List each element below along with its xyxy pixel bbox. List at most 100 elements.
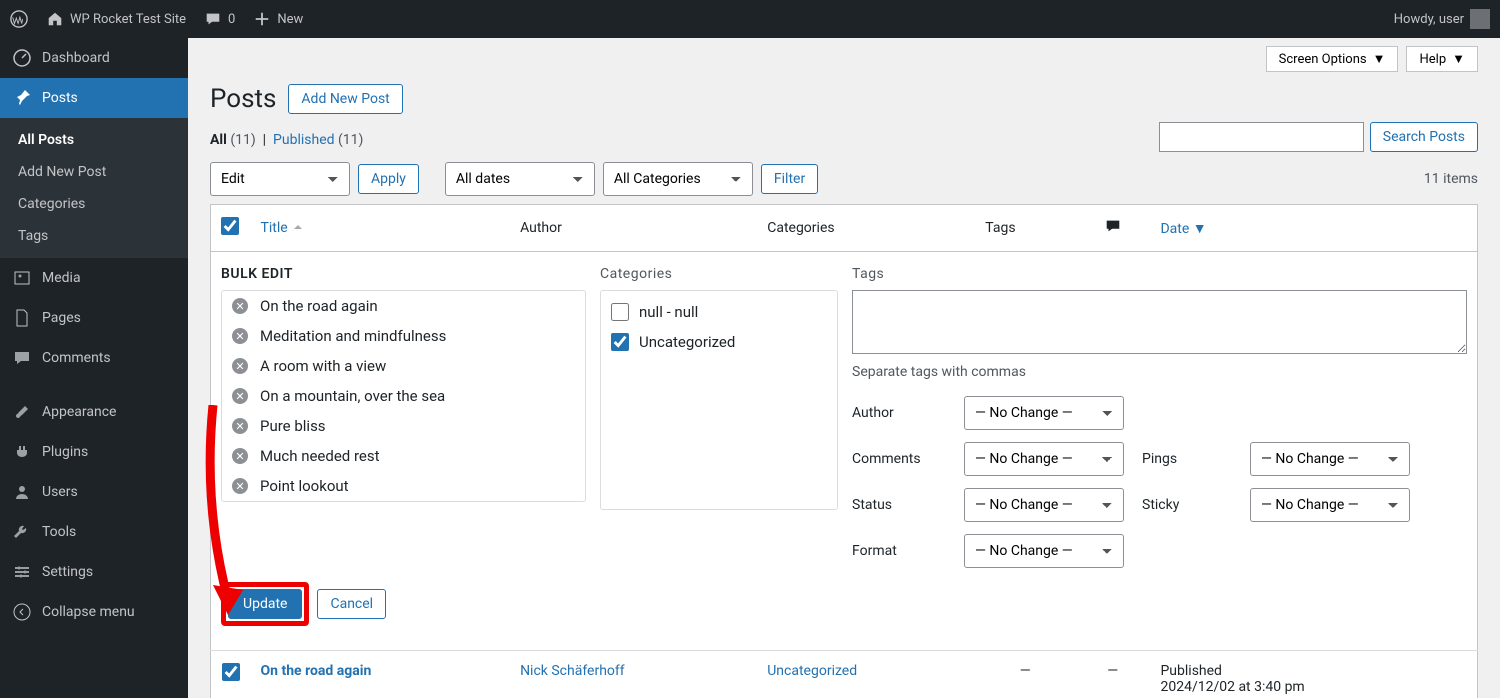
add-new-post-button[interactable]: Add New Post bbox=[288, 84, 402, 114]
sub-add-new[interactable]: Add New Post bbox=[0, 156, 188, 188]
bulk-item: ✕ Pure bliss bbox=[222, 411, 585, 441]
plus-icon bbox=[253, 10, 271, 28]
menu-collapse[interactable]: Collapse menu bbox=[0, 592, 188, 632]
menu-media[interactable]: Media bbox=[0, 258, 188, 298]
wp-logo[interactable] bbox=[10, 10, 28, 28]
bulk-author-select[interactable]: — No Change — bbox=[964, 396, 1124, 430]
comment-icon bbox=[12, 348, 32, 368]
filter-button[interactable]: Filter bbox=[761, 164, 818, 194]
bulk-category: Uncategorized bbox=[611, 327, 827, 357]
screen-options-button[interactable]: Screen Options ▼ bbox=[1266, 46, 1399, 72]
menu-appearance[interactable]: Appearance bbox=[0, 392, 188, 432]
col-comments[interactable] bbox=[1075, 205, 1150, 252]
bulk-item-title: A room with a view bbox=[260, 357, 386, 375]
remove-icon[interactable]: ✕ bbox=[232, 298, 248, 314]
label-author: Author bbox=[852, 405, 946, 421]
table-row: On the road again Nick Schäferhoff Uncat… bbox=[211, 651, 1478, 698]
row-category-link[interactable]: Uncategorized bbox=[767, 663, 857, 679]
row-checkbox[interactable] bbox=[222, 663, 240, 681]
col-categories[interactable]: Categories bbox=[757, 205, 975, 252]
comment-icon bbox=[1104, 217, 1122, 235]
menu-tools[interactable]: Tools bbox=[0, 512, 188, 552]
media-icon bbox=[12, 268, 32, 288]
menu-plugins[interactable]: Plugins bbox=[0, 432, 188, 472]
remove-icon[interactable]: ✕ bbox=[232, 388, 248, 404]
row-comments: — bbox=[1075, 651, 1150, 698]
row-author-link[interactable]: Nick Schäferhoff bbox=[520, 663, 625, 679]
comments-link[interactable]: 0 bbox=[204, 10, 235, 28]
pin-icon bbox=[12, 88, 32, 108]
bulk-item: ✕ Meditation and mindfulness bbox=[222, 321, 585, 351]
category-filter-select[interactable]: All Categories bbox=[603, 162, 753, 196]
menu-users[interactable]: Users bbox=[0, 472, 188, 512]
bulk-item-title: On the road again bbox=[260, 297, 378, 315]
avatar bbox=[1470, 9, 1490, 29]
home-icon bbox=[46, 10, 64, 28]
bulk-categories: null - null Uncategorized bbox=[600, 290, 838, 510]
site-link[interactable]: WP Rocket Test Site bbox=[46, 10, 186, 28]
bulk-comments-select[interactable]: — No Change — bbox=[964, 442, 1124, 476]
select-all-checkbox[interactable] bbox=[221, 217, 239, 235]
page-title: Posts bbox=[210, 84, 276, 114]
sub-all-posts[interactable]: All Posts bbox=[0, 124, 188, 156]
bulk-category: null - null bbox=[611, 297, 827, 327]
user-icon bbox=[12, 482, 32, 502]
bulk-format-select[interactable]: — No Change — bbox=[964, 534, 1124, 568]
admin-sidebar: Dashboard Posts All Posts Add New Post C… bbox=[0, 38, 188, 698]
menu-dashboard[interactable]: Dashboard bbox=[0, 38, 188, 78]
sliders-icon bbox=[12, 562, 32, 582]
dashboard-icon bbox=[12, 48, 32, 68]
remove-icon[interactable]: ✕ bbox=[232, 448, 248, 464]
main-content: Screen Options ▼ Help ▼ Posts Add New Po… bbox=[188, 38, 1500, 698]
category-checkbox[interactable] bbox=[611, 303, 629, 321]
menu-settings[interactable]: Settings bbox=[0, 552, 188, 592]
bulk-action-select[interactable]: Edit bbox=[210, 162, 350, 196]
bulk-item: ✕ On the road again bbox=[222, 291, 585, 321]
remove-icon[interactable]: ✕ bbox=[232, 328, 248, 344]
update-button[interactable]: Update bbox=[228, 589, 302, 619]
search-posts-button[interactable]: Search Posts bbox=[1370, 122, 1478, 152]
menu-comments[interactable]: Comments bbox=[0, 338, 188, 378]
date-filter-select[interactable]: All dates bbox=[445, 162, 595, 196]
col-date[interactable]: Date ▼ bbox=[1150, 205, 1477, 252]
remove-icon[interactable]: ✕ bbox=[232, 418, 248, 434]
category-name: Uncategorized bbox=[639, 333, 735, 351]
cancel-button[interactable]: Cancel bbox=[317, 589, 386, 619]
apply-button[interactable]: Apply bbox=[358, 164, 419, 194]
sub-categories[interactable]: Categories bbox=[0, 188, 188, 220]
bulk-item: ✕ A room with a view bbox=[222, 351, 585, 381]
search-input[interactable] bbox=[1159, 122, 1364, 152]
bulk-sticky-select[interactable]: — No Change — bbox=[1250, 488, 1410, 522]
col-author[interactable]: Author bbox=[510, 205, 757, 252]
menu-pages[interactable]: Pages bbox=[0, 298, 188, 338]
menu-posts[interactable]: Posts bbox=[0, 78, 188, 118]
remove-icon[interactable]: ✕ bbox=[232, 358, 248, 374]
new-link[interactable]: New bbox=[253, 10, 303, 28]
comment-icon bbox=[204, 10, 222, 28]
row-tags: — bbox=[975, 651, 1075, 698]
category-name: null - null bbox=[639, 303, 698, 321]
col-title[interactable]: Title bbox=[251, 205, 511, 252]
bulk-edit-label: BULK EDIT bbox=[221, 266, 586, 282]
remove-icon[interactable]: ✕ bbox=[232, 478, 248, 494]
row-date: Published2024/12/02 at 3:40 pm bbox=[1150, 651, 1477, 698]
label-status: Status bbox=[852, 497, 946, 513]
bulk-item: ✕Point lookout bbox=[222, 471, 585, 501]
help-button[interactable]: Help ▼ bbox=[1406, 46, 1478, 72]
bulk-status-select[interactable]: — No Change — bbox=[964, 488, 1124, 522]
row-title-link[interactable]: On the road again bbox=[261, 663, 372, 679]
bulk-tags-input[interactable] bbox=[852, 290, 1467, 354]
col-tags[interactable]: Tags bbox=[975, 205, 1075, 252]
howdy[interactable]: Howdy, user bbox=[1394, 9, 1490, 29]
bulk-pings-select[interactable]: — No Change — bbox=[1250, 442, 1410, 476]
bulk-item-title: Meditation and mindfulness bbox=[260, 327, 446, 345]
category-checkbox[interactable] bbox=[611, 333, 629, 351]
label-comments: Comments bbox=[852, 451, 946, 467]
item-count: 11 items bbox=[1424, 171, 1478, 187]
label-pings: Pings bbox=[1142, 451, 1232, 467]
sub-tags[interactable]: Tags bbox=[0, 220, 188, 252]
bulk-item-title: Pure bliss bbox=[260, 417, 326, 435]
filter-published[interactable]: Published bbox=[273, 132, 334, 148]
page-icon bbox=[12, 308, 32, 328]
bulk-items-list: ✕ On the road again ✕ Meditation and mindfu… bbox=[221, 290, 586, 502]
